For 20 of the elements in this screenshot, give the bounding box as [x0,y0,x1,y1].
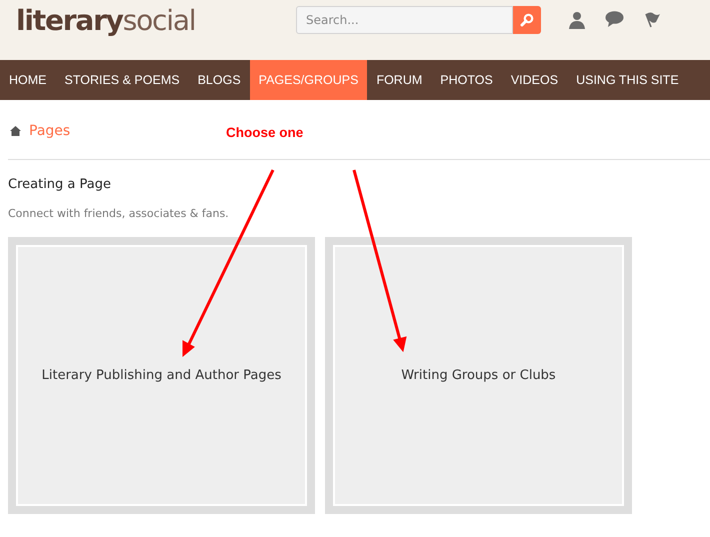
user-icon[interactable] [568,11,586,29]
nav-tab[interactable]: PHOTOS [431,60,502,100]
nav-tab[interactable]: FORUM [367,60,432,100]
chat-bubble-icon[interactable] [605,11,624,27]
search-field[interactable]: Search... [296,6,513,34]
page-heading: Creating a Page [8,177,112,192]
category-card[interactable]: Writing Groups or Clubs [325,237,632,514]
search-icon [520,13,534,27]
site-logo[interactable]: literarysocial [16,4,286,37]
nav-tab[interactable]: HOME [0,60,56,100]
nav-tab[interactable]: BLOGS [188,60,250,100]
category-card[interactable]: Literary Publishing and Author Pages [8,237,315,514]
nav-tab[interactable]: USING THIS SITE [567,60,688,100]
nav-tab[interactable]: VIDEOS [502,60,568,100]
home-icon[interactable] [10,126,21,136]
page-subtitle: Connect with friends, associates & fans. [8,207,230,220]
search-button[interactable] [513,6,541,34]
nav-tab[interactable]: STORIES & POEMS [56,60,189,100]
flag-icon[interactable] [643,11,661,29]
annotation-text: Choose one [226,125,304,140]
